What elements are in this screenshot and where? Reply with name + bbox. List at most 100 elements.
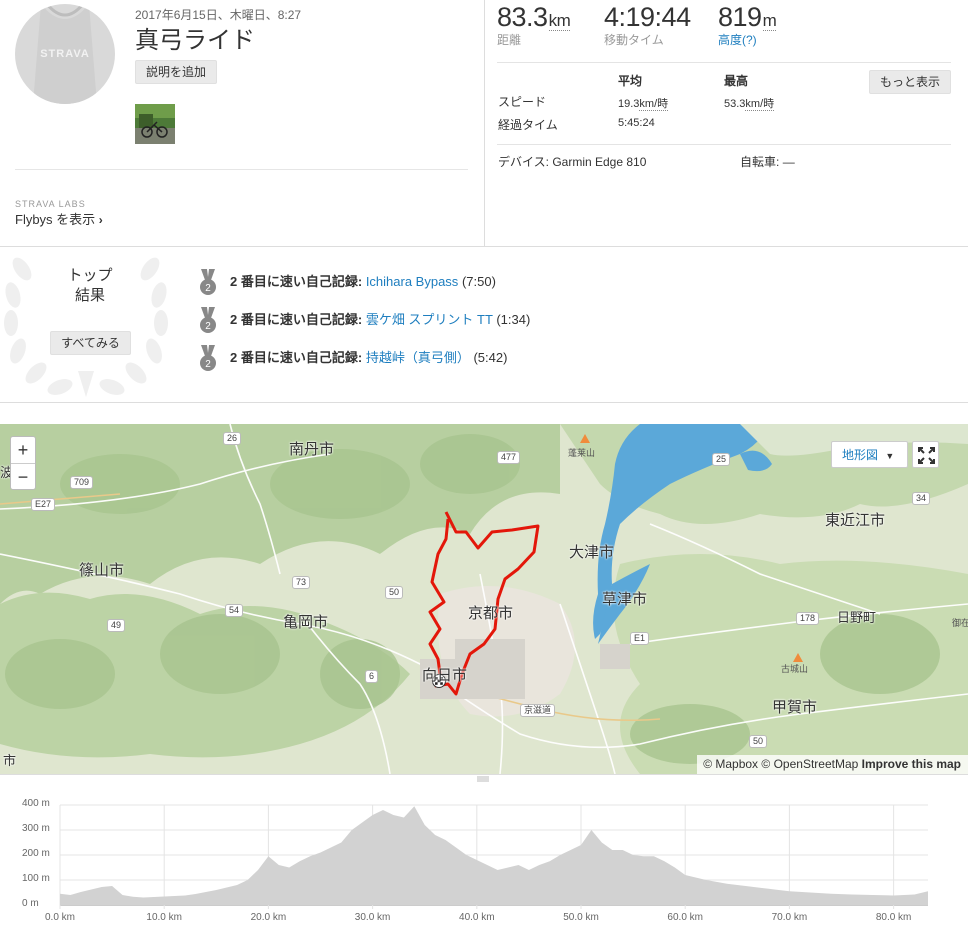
flybys-label: Flybys を表示: [15, 212, 96, 227]
strava-labs-label: STRAVA LABS: [15, 199, 86, 209]
moving-time-label: 移動タイム: [604, 33, 664, 47]
map-label-city: 草津市: [602, 591, 648, 608]
achievements-panel: トップ 結果 すべてみる 2 2 番目に速い自己記録: Ichihara Byp…: [0, 247, 968, 403]
elevation-help-link[interactable]: 高度(?): [718, 31, 776, 48]
bike-value: —: [782, 155, 795, 169]
top-results-line1: トップ: [67, 267, 113, 284]
achievement-time: (1:34): [496, 312, 531, 327]
road-number: 49: [107, 619, 126, 632]
avatar-brand-text: STRAVA: [40, 48, 90, 60]
mapbox-credit[interactable]: © Mapbox: [703, 757, 758, 771]
medal-rank: 2: [205, 283, 211, 294]
map-label-mountain: 御在: [952, 618, 968, 628]
road-number: 25: [712, 453, 731, 466]
silver-medal-icon: 2: [200, 307, 216, 333]
map-label-city: 南丹市: [289, 441, 335, 458]
segment-link[interactable]: 雲ケ畑 スプリント TT: [366, 312, 493, 327]
activity-photo-thumbnail[interactable]: [135, 104, 175, 144]
map-label-city: 東近江市: [825, 512, 886, 529]
zoom-in-button[interactable]: +: [11, 437, 35, 463]
add-description-button[interactable]: 説明を追加: [135, 60, 217, 84]
distance-value: 83.3: [497, 2, 548, 32]
speed-avg: 19.3km/時: [618, 95, 669, 111]
x-tick-label: 20.0 km: [250, 912, 287, 923]
device-info: デバイス: Garmin Edge 810: [498, 153, 646, 170]
map-label-city: 篠山市: [79, 562, 125, 579]
x-tick-label: 70.0 km: [771, 912, 808, 923]
road-number: 178: [796, 612, 820, 625]
x-tick-label: 30.0 km: [354, 912, 391, 923]
road-number: 50: [385, 586, 404, 599]
achievement-prefix: 2 番目に速い自己記録: [230, 274, 358, 289]
silver-medal-icon: 2: [200, 345, 216, 371]
silver-medal-icon: 2: [200, 269, 216, 295]
row-speed-label: スピード: [498, 95, 547, 109]
map-label-city: 甲賀市: [772, 699, 818, 716]
achievement-prefix: 2 番目に速い自己記録: [230, 350, 358, 365]
map-label-city-partial: 市: [3, 753, 17, 768]
avatar[interactable]: STRAVA: [15, 4, 115, 104]
road-number: E1: [630, 632, 650, 645]
caret-down-icon: ▼: [885, 451, 895, 461]
col-max-header: 最高: [724, 74, 749, 88]
achievement-time: (7:50): [461, 274, 496, 289]
top-results-line2: 結果: [74, 287, 105, 304]
road-number: 54: [225, 604, 244, 617]
divider: [497, 62, 951, 63]
device-label: デバイス:: [498, 155, 549, 169]
col-avg-header: 平均: [618, 74, 643, 88]
y-tick-label: 200 m: [22, 848, 50, 859]
segment-link[interactable]: Ichihara Bypass: [366, 274, 459, 289]
bike-info: 自転車: —: [740, 153, 795, 170]
map-type-select[interactable]: 地形図 ▼: [831, 441, 908, 468]
speed-unit: km/時: [745, 98, 775, 111]
speed-max: 53.3km/時: [724, 95, 775, 111]
zoom-out-button[interactable]: −: [11, 464, 35, 490]
elapsed-avg: 5:45:24: [618, 117, 655, 129]
road-number: 709: [70, 476, 94, 489]
distance-unit: km: [548, 11, 571, 31]
improve-map-link[interactable]: Improve this map: [862, 757, 961, 771]
fullscreen-button[interactable]: [912, 441, 939, 468]
map-type-label: 地形図: [842, 448, 879, 462]
map-terrain: [0, 424, 968, 774]
elevation-chart[interactable]: 400 m 300 m 200 m 100 m 0 m 0.0 km 10.0 km 20.0…: [0, 790, 968, 940]
osm-credit[interactable]: © OpenStreetMap: [761, 757, 858, 771]
elevation-unit: m: [762, 11, 777, 31]
x-tick-label: 0.0 km: [44, 912, 76, 923]
x-tick-label: 40.0 km: [459, 912, 495, 923]
zoom-control: + −: [10, 436, 36, 490]
see-all-button[interactable]: すべてみる: [50, 331, 131, 355]
map-label-mountain: 古城山: [781, 664, 809, 674]
row-elapsed-label: 経過タイム: [498, 118, 558, 132]
road-number: 34: [912, 492, 931, 505]
road-number: 73: [292, 576, 311, 589]
show-more-button[interactable]: もっと表示: [869, 70, 951, 94]
speed-max-value: 53.3: [724, 98, 746, 110]
elevation-area: [60, 806, 928, 905]
speed-avg-value: 19.3: [618, 98, 640, 110]
x-tick-label: 60.0 km: [667, 912, 703, 923]
y-tick-label: 100 m: [22, 873, 50, 884]
map-attribution: © Mapbox © OpenStreetMap Improve this ma…: [697, 755, 968, 774]
distance-stat: 83.3km 距離: [497, 2, 571, 48]
speed-unit: km/時: [639, 98, 669, 111]
map-label-city: 亀岡市: [283, 614, 329, 631]
fullscreen-icon: [918, 447, 935, 464]
map-label-city: 京都市: [468, 605, 514, 622]
segment-link[interactable]: 持越峠（真弓側）: [366, 350, 470, 365]
vertical-divider: [484, 0, 485, 247]
map-label-city: 向日市: [422, 667, 468, 684]
map-resize-handle[interactable]: [0, 774, 968, 784]
road-number: 477: [497, 451, 521, 464]
medal-rank: 2: [205, 321, 211, 332]
elevation-value: 819: [718, 2, 762, 32]
activity-title: 真弓ライド: [135, 27, 255, 54]
x-tick-label: 10.0 km: [146, 912, 182, 923]
map-label-mountain: 蓬莱山: [568, 448, 596, 458]
route-map[interactable]: 南丹市 篠山市 亀岡市 京都市 向日市 大津市 草津市 東近江市 日野町 甲賀市…: [0, 424, 968, 774]
divider: [15, 169, 468, 170]
road-number: 26: [223, 432, 242, 445]
flybys-link[interactable]: Flybys を表示 ›: [15, 209, 103, 228]
divider: [497, 144, 951, 145]
